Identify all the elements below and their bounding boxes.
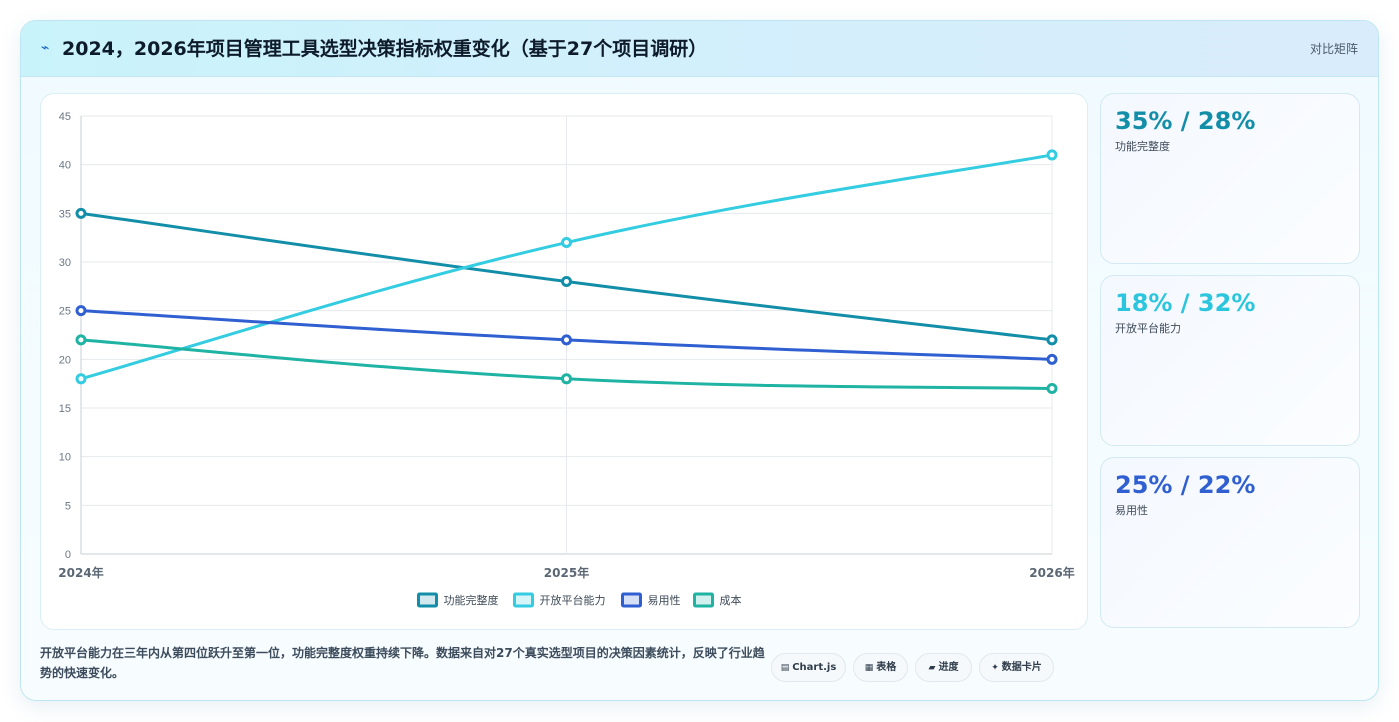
- data-point: [75, 207, 87, 219]
- legend-swatch: [513, 592, 534, 608]
- data-point: [75, 305, 87, 317]
- data-point: [561, 275, 572, 287]
- chart-icon: ▤: [780, 663, 790, 673]
- tag-label: Chart.js: [792, 662, 837, 673]
- y-tick-label: 5: [65, 500, 71, 512]
- y-tick-label: 35: [59, 208, 71, 220]
- stat-label: 开放平台能力: [1115, 322, 1181, 335]
- data-point: [561, 334, 572, 346]
- legend-swatch: [621, 592, 642, 608]
- page-title: 2024，2026年项目管理工具选型决策指标权重变化（基于27个项目调研）: [62, 38, 708, 60]
- main-card: ⌁ 2024，2026年项目管理工具选型决策指标权重变化（基于27个项目调研） …: [20, 20, 1379, 701]
- y-tick-label: 45: [59, 111, 71, 123]
- y-tick-label: 40: [59, 160, 71, 172]
- legend-label: 开放平台能力: [540, 593, 606, 607]
- stat-value: 18% / 32%: [1115, 289, 1256, 317]
- progress-icon: ▰: [928, 663, 936, 673]
- x-tick-label: 2026年: [1029, 565, 1074, 580]
- stat-card-usability: 25% / 22% 易用性: [1100, 457, 1360, 628]
- y-tick-label: 0: [65, 549, 71, 561]
- stat-label: 功能完整度: [1115, 140, 1170, 153]
- data-point: [1046, 353, 1058, 365]
- tag-data-card[interactable]: ✦ 数据卡片: [979, 653, 1054, 682]
- y-tick-label: 25: [59, 306, 71, 318]
- tag-progress[interactable]: ▰ 进度: [915, 653, 972, 682]
- data-point: [75, 373, 87, 385]
- y-tick-label: 15: [59, 403, 71, 415]
- y-tick-label: 10: [59, 452, 71, 464]
- lightning-icon: ⌁: [41, 40, 50, 56]
- chart-panel: 0 5 10 15 20 25 30 35 40 45 2024年 2025年 2026年功能完整度 开放…: [40, 93, 1088, 630]
- stat-value: 35% / 28%: [1115, 107, 1256, 135]
- legend-swatch: [417, 592, 438, 608]
- data-point: [561, 373, 572, 385]
- tag-label: 进度: [938, 662, 959, 673]
- stat-card-open-platform: 18% / 32% 开放平台能力: [1100, 275, 1360, 446]
- legend-swatch: [693, 592, 714, 608]
- data-point: [561, 237, 572, 249]
- tag-table[interactable]: ▦ 表格: [853, 653, 908, 682]
- card-header: ⌁ 2024，2026年项目管理工具选型决策指标权重变化（基于27个项目调研） …: [21, 21, 1378, 77]
- x-tick-label: 2025年: [544, 565, 589, 580]
- compare-matrix-label[interactable]: 对比矩阵: [1310, 40, 1358, 58]
- legend-label: 功能完整度: [444, 593, 499, 607]
- x-tick-label: 2024年: [58, 565, 103, 580]
- tag-label: 数据卡片: [1001, 662, 1042, 673]
- line-chart: 0 5 10 15 20 25 30 35 40 45 2024年 2025年 2026年功能完整度 开放…: [58, 111, 1075, 608]
- stat-value: 25% / 22%: [1115, 471, 1256, 499]
- card-icon: ✦: [991, 663, 999, 673]
- data-point: [1046, 383, 1058, 395]
- table-icon: ▦: [864, 663, 874, 673]
- tag-label: 表格: [876, 662, 897, 673]
- legend-label: 易用性: [648, 593, 681, 607]
- data-point: [75, 334, 87, 346]
- chart-caption: 开放平台能力在三年内从第四位跃升至第一位，功能完整度权重持续下降。数据来自对27…: [40, 646, 765, 680]
- tag-chartjs[interactable]: ▤ Chart.js: [771, 653, 846, 682]
- stat-card-feature-completeness: 35% / 28% 功能完整度: [1100, 93, 1360, 264]
- data-point: [1046, 149, 1058, 161]
- stat-label: 易用性: [1115, 504, 1148, 517]
- y-tick-label: 30: [59, 257, 71, 269]
- data-point: [1046, 334, 1058, 346]
- legend-label: 成本: [720, 593, 742, 607]
- y-tick-label: 20: [59, 354, 71, 366]
